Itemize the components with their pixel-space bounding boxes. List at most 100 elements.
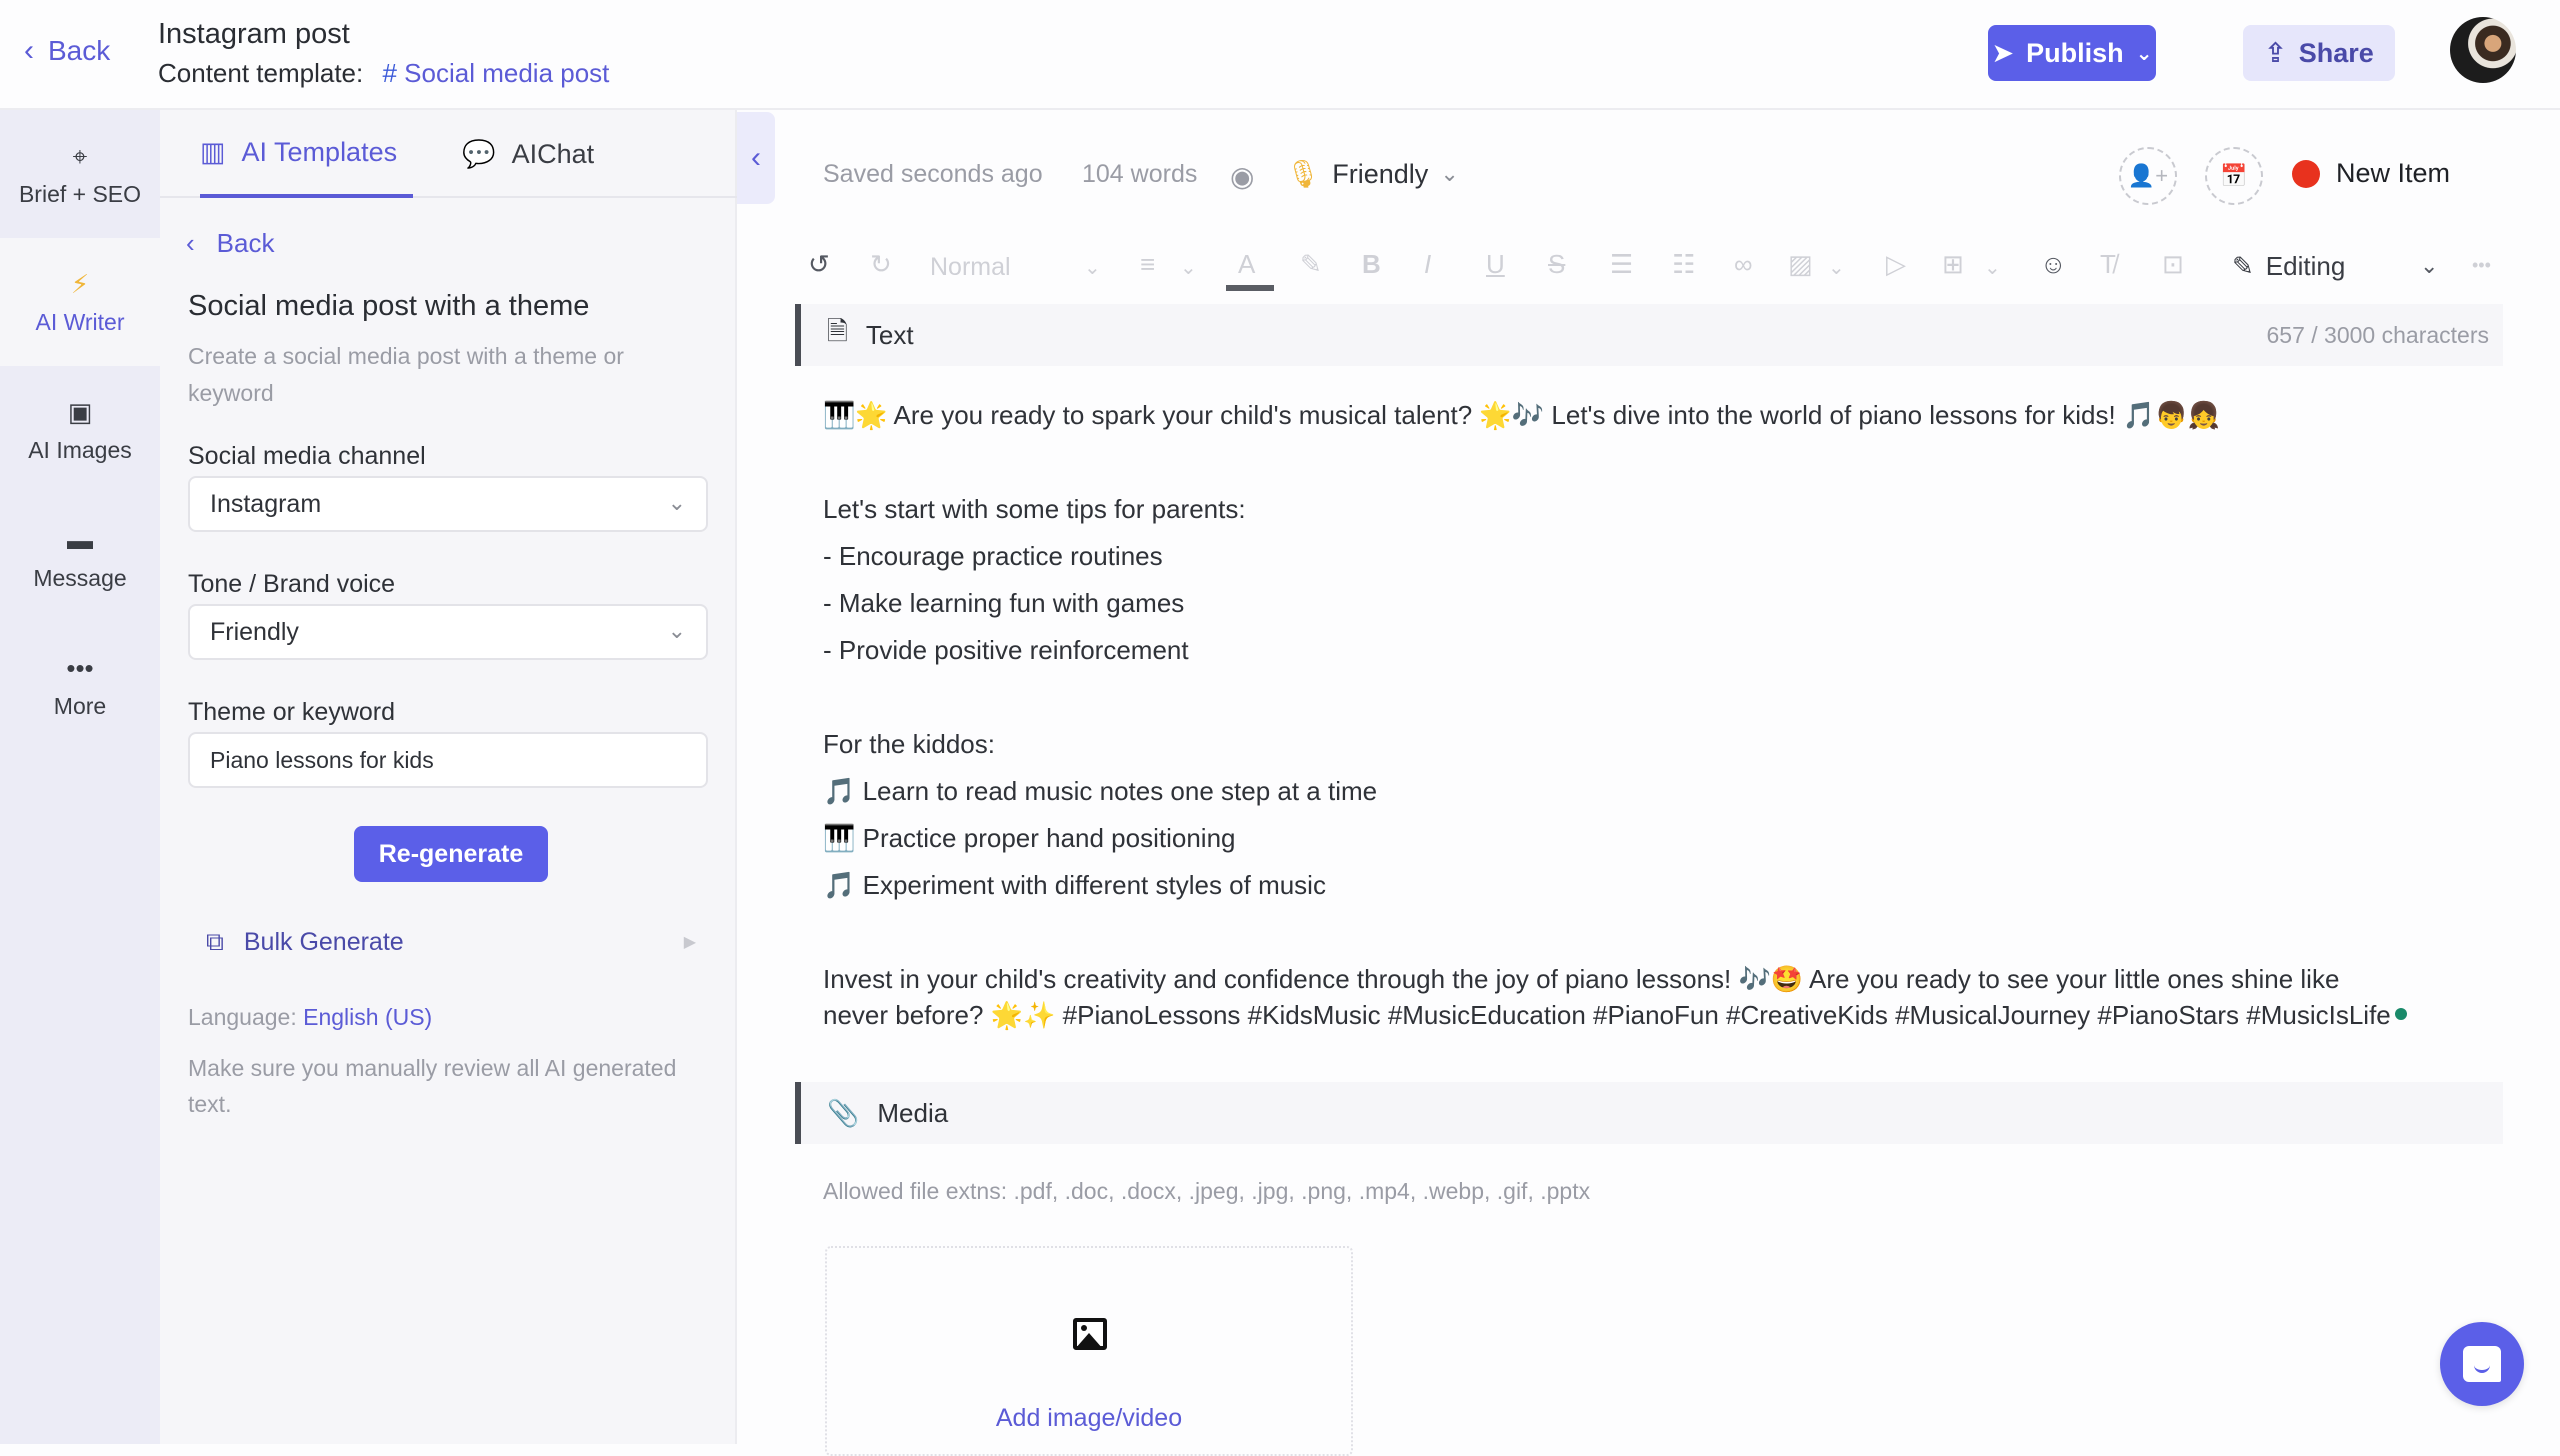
chevron-down-icon[interactable]: ⌄ xyxy=(1828,255,1845,280)
top-header: ‹ Back Instagram post Content template: … xyxy=(0,0,2560,110)
publish-button[interactable]: ➤ Publish ⌄ xyxy=(1988,25,2156,81)
nav-label: AI Writer xyxy=(35,308,125,335)
media-section-header: 📎 Media xyxy=(795,1082,2503,1144)
tone-value: Friendly xyxy=(210,617,299,646)
back-button[interactable]: ‹ Back xyxy=(24,34,110,68)
chevron-down-icon[interactable]: ⌄ xyxy=(2420,253,2438,279)
user-avatar[interactable] xyxy=(2450,17,2516,83)
paperclip-icon: 📎 xyxy=(827,1097,860,1128)
image-icon xyxy=(1073,1318,1107,1350)
bold-icon[interactable]: B xyxy=(1362,249,1381,280)
content-template-label: Content template: xyxy=(158,58,364,88)
text-color-swatch xyxy=(1226,285,1274,291)
video-icon[interactable]: ▷ xyxy=(1886,249,1906,280)
nav-item-ai-writer[interactable]: ⚡ AI Writer xyxy=(0,238,160,366)
editor-toolbar: ↺ ↻ Normal ⌄ ≡ ⌄ A ✎ B I U S ☰ ☷ ∞ ▨ ⌄ ▷… xyxy=(800,245,2500,291)
more-icon: ••• xyxy=(66,652,94,683)
text-section-title: Text xyxy=(865,319,914,350)
ai-panel: ▥ AI Templates 💬 AIChat ‹ Back Social me… xyxy=(160,110,737,1444)
text-line: never before? 🌟✨ #PianoLessons #KidsMusi… xyxy=(823,1000,2391,1030)
cursor-presence-dot xyxy=(2394,1008,2407,1020)
nav-label: AI Images xyxy=(28,436,132,463)
nav-label: Brief + SEO xyxy=(18,180,142,207)
nav-item-brief-seo[interactable]: ⌖ Brief + SEO xyxy=(0,110,160,238)
bulk-generate-button[interactable]: ⧉ Bulk Generate ▶ xyxy=(206,920,696,964)
bullet-list-icon[interactable]: ☰ xyxy=(1610,249,1633,280)
library-icon: ▥ xyxy=(200,136,226,167)
emoji-icon[interactable]: ☺ xyxy=(2040,249,2067,280)
calendar-icon: 📅 xyxy=(2220,163,2248,188)
table-icon[interactable]: ⊞ xyxy=(1942,249,1964,280)
crosshair-icon: ⌖ xyxy=(72,140,88,171)
copy-icon: ⧉ xyxy=(206,927,224,956)
tab-label: AI Templates xyxy=(241,136,398,167)
chevron-down-icon: ⌄ xyxy=(667,490,686,515)
insert-image-icon[interactable]: ▨ xyxy=(1788,249,1813,280)
upload-icon: ⇪ xyxy=(2264,37,2287,68)
share-label: Share xyxy=(2298,37,2374,68)
link-icon[interactable]: ∞ xyxy=(1734,249,1753,280)
item-status[interactable]: New Item xyxy=(2292,158,2450,189)
bulk-label: Bulk Generate xyxy=(243,927,404,956)
nav-item-more[interactable]: ••• More xyxy=(0,622,160,750)
strikethrough-icon[interactable]: S xyxy=(1548,249,1565,280)
media-dropzone[interactable]: Add image/video xyxy=(825,1246,1353,1456)
share-button[interactable]: ⇪ Share xyxy=(2243,25,2395,81)
tab-label: AIChat xyxy=(511,138,595,169)
status-label: New Item xyxy=(2336,158,2451,188)
template-link[interactable]: Social media post xyxy=(404,58,609,88)
add-media-link[interactable]: Add image/video xyxy=(827,1404,1351,1433)
chat-smile-icon xyxy=(2463,1346,2501,1382)
schedule-button[interactable]: 📅 xyxy=(2205,147,2263,205)
undo-icon[interactable]: ↺ xyxy=(808,249,830,280)
nav-item-ai-images[interactable]: ▣ AI Images xyxy=(0,366,160,494)
document-icon: 🗎 xyxy=(827,316,848,346)
regenerate-button[interactable]: Re-generate xyxy=(354,826,548,882)
allowed-extensions: Allowed file extns: .pdf, .doc, .docx, .… xyxy=(823,1178,1591,1204)
redo-icon[interactable]: ↻ xyxy=(870,249,892,280)
editing-mode-dropdown[interactable]: ✎ Editing xyxy=(2232,251,2345,282)
text-line: Let's start with some tips for parents: xyxy=(823,494,1246,524)
channel-value: Instagram xyxy=(210,489,322,518)
align-icon[interactable]: ≡ xyxy=(1140,249,1155,280)
message-icon: ▬ xyxy=(67,524,93,555)
highlight-icon[interactable]: ✎ xyxy=(1300,249,1322,280)
language-line: Language: English (US) xyxy=(188,1004,432,1031)
text-line: 🎹🌟 Are you ready to spark your child's m… xyxy=(823,400,2221,430)
italic-icon[interactable]: I xyxy=(1424,249,1431,280)
underline-icon[interactable]: U xyxy=(1486,249,1505,280)
content-template-line: Content template: # Social media post xyxy=(158,58,609,89)
tab-ai-templates[interactable]: ▥ AI Templates xyxy=(200,110,414,198)
chevron-down-icon[interactable]: ⌄ xyxy=(1084,255,1101,280)
chevron-down-icon[interactable]: ⌄ xyxy=(1180,255,1197,280)
paragraph-style-select[interactable]: Normal xyxy=(930,253,1011,282)
support-chat-button[interactable] xyxy=(2440,1322,2524,1406)
nav-label: Message xyxy=(33,564,127,591)
tab-aichat[interactable]: 💬 AIChat xyxy=(462,110,594,198)
ai-panel-tabs: ▥ AI Templates 💬 AIChat xyxy=(160,110,737,198)
panel-back-button[interactable]: ‹ Back xyxy=(186,228,274,259)
text-section-header: 🗎 Text 657 / 3000 characters xyxy=(795,304,2503,366)
tone-select[interactable]: Friendly ⌄ xyxy=(188,604,708,660)
channel-select[interactable]: Instagram ⌄ xyxy=(188,476,708,532)
comment-icon[interactable]: ⊡ xyxy=(2162,249,2184,280)
text-color-icon[interactable]: A xyxy=(1238,249,1255,280)
more-options-icon[interactable]: ••• xyxy=(2472,255,2491,276)
chevron-down-icon[interactable]: ⌄ xyxy=(1984,255,2001,280)
status-dot xyxy=(2292,159,2320,188)
word-count: 104 words xyxy=(1082,160,1198,188)
nav-item-message[interactable]: ▬ Message xyxy=(0,494,160,622)
theme-input[interactable] xyxy=(188,732,708,788)
clear-format-icon[interactable]: T̸ xyxy=(2100,249,2116,280)
chevron-left-icon: ‹ xyxy=(186,228,195,258)
language-label: Language: xyxy=(188,1004,297,1030)
numbered-list-icon[interactable]: ☷ xyxy=(1672,249,1695,280)
language-value[interactable]: English (US) xyxy=(303,1004,432,1030)
collapse-panel-button[interactable]: ‹ xyxy=(737,112,775,204)
character-count: 657 / 3000 characters xyxy=(2266,321,2489,348)
editing-label: Editing xyxy=(2265,251,2346,281)
hash-icon: # xyxy=(382,58,397,88)
assign-user-button[interactable]: 👤+ xyxy=(2119,147,2177,205)
preview-eye-icon[interactable]: ◉ xyxy=(1230,160,1254,193)
tone-dropdown[interactable]: 🎙 Friendly ⌄ xyxy=(1286,158,1459,190)
